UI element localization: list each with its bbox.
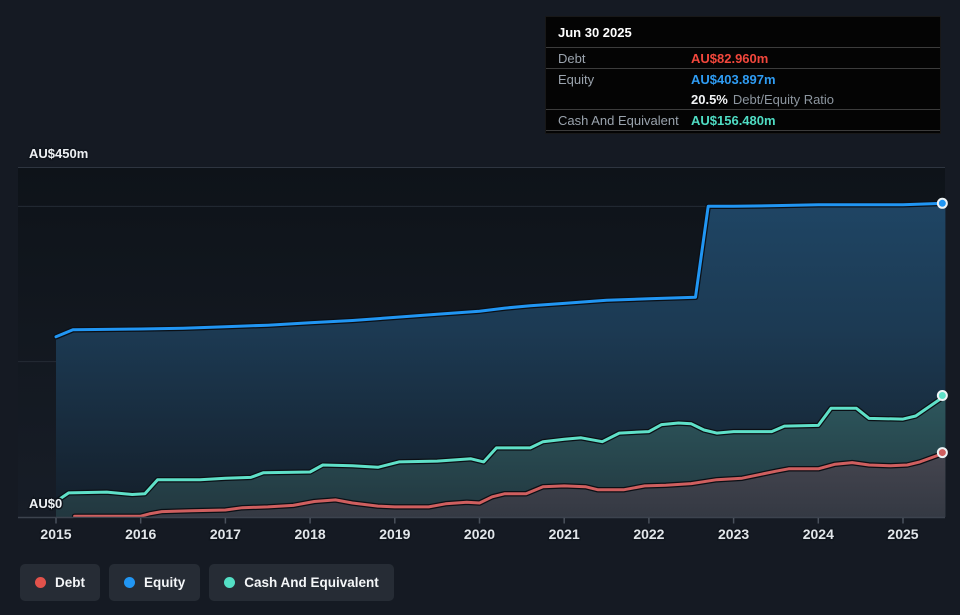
legend-debt-label: Debt xyxy=(55,575,85,590)
tooltip-equity-value: AU$403.897m xyxy=(691,72,776,87)
legend-equity-label: Equity xyxy=(144,575,185,590)
equity-endpoint-dot[interactable] xyxy=(938,199,947,208)
legend-item-cash[interactable]: Cash And Equivalent xyxy=(209,564,394,601)
tooltip-row-ratio: 20.5% Debt/Equity Ratio xyxy=(546,89,940,110)
tooltip-ratio-value: 20.5% xyxy=(691,92,728,107)
y-axis-zero-label: AU$0 xyxy=(29,496,62,511)
tooltip-date: Jun 30 2025 xyxy=(546,17,940,48)
tooltip-debt-label: Debt xyxy=(558,51,691,66)
tooltip-equity-label: Equity xyxy=(558,72,691,87)
x-tick-label-2022: 2022 xyxy=(633,526,664,542)
x-tick-label-2015: 2015 xyxy=(40,526,71,542)
legend-cash-label: Cash And Equivalent xyxy=(244,575,379,590)
tooltip-cash-value: AU$156.480m xyxy=(691,113,776,128)
x-tick-label-2023: 2023 xyxy=(718,526,749,542)
debt-endpoint-dot[interactable] xyxy=(938,448,947,457)
cash-series-dot-icon xyxy=(224,577,235,588)
x-tick-label-2024: 2024 xyxy=(803,526,834,542)
debt-equity-history-chart: { "tooltip": { "date": "Jun 30 2025", "d… xyxy=(0,0,960,615)
tooltip-debt-value: AU$82.960m xyxy=(691,51,768,66)
chart-legend: Debt Equity Cash And Equivalent xyxy=(20,564,394,601)
equity-series-dot-icon xyxy=(124,577,135,588)
x-tick-label-2025: 2025 xyxy=(887,526,918,542)
hover-tooltip: Jun 30 2025 Debt AU$82.960m Equity AU$40… xyxy=(545,16,941,134)
legend-item-debt[interactable]: Debt xyxy=(20,564,100,601)
area-chart[interactable]: AU$450m AU$0 2015 2016 2017 2018 2019 2020 202… xyxy=(0,140,960,560)
cash-and-equivalent-endpoint-dot[interactable] xyxy=(938,391,947,400)
tooltip-cash-label: Cash And Equivalent xyxy=(558,113,691,128)
tooltip-row-cash: Cash And Equivalent AU$156.480m xyxy=(546,110,940,131)
x-tick-label-2020: 2020 xyxy=(464,526,495,542)
debt-series-dot-icon xyxy=(35,577,46,588)
x-tick-label-2016: 2016 xyxy=(125,526,156,542)
tooltip-row-debt: Debt AU$82.960m xyxy=(546,48,940,69)
x-axis-labels: 2015 2016 2017 2018 2019 2020 2021 2022 2023 2024… xyxy=(40,526,918,542)
tooltip-row-equity: Equity AU$403.897m xyxy=(546,69,940,89)
x-tick-label-2018: 2018 xyxy=(295,526,326,542)
legend-item-equity[interactable]: Equity xyxy=(109,564,200,601)
x-tick-label-2021: 2021 xyxy=(549,526,580,542)
tooltip-ratio-label: Debt/Equity Ratio xyxy=(733,92,834,107)
x-tick-label-2019: 2019 xyxy=(379,526,410,542)
y-axis-max-label: AU$450m xyxy=(29,146,88,161)
x-tick-label-2017: 2017 xyxy=(210,526,241,542)
x-axis xyxy=(18,518,945,524)
